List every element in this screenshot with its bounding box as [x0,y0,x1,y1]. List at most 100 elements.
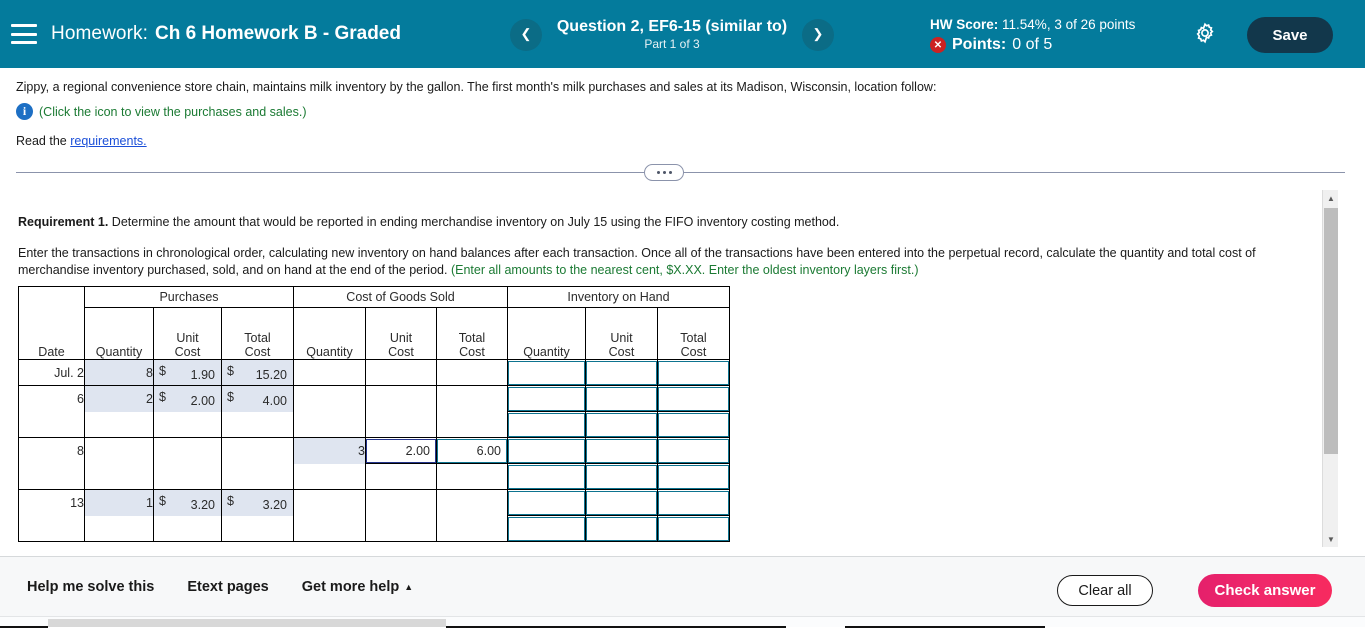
work-area-vertical-scrollbar[interactable]: ▲ ▼ [1322,190,1338,547]
table-row [19,464,730,490]
dollar-sign: $ [159,364,166,378]
cogs-unit-cost-input[interactable]: 2.00 [366,439,436,463]
col-header-purchases-quantity: Quantity [85,308,154,360]
onhand-total-cost-input[interactable] [658,465,729,489]
table-sub-header-row: Date Quantity Unit Cost Total Cost Quant… [19,308,730,360]
onhand-unit-cost-input[interactable] [586,413,657,437]
onhand-total-cost-input[interactable] [658,517,729,541]
row-date: 8 [19,438,85,464]
page-horizontal-scrollbar[interactable] [0,616,1365,627]
onhand-quantity-input[interactable] [508,465,585,489]
group-header-purchases: Purchases [85,287,294,308]
onhand-unit-cost-input[interactable] [586,361,657,385]
unit-line-2: Cost [154,345,221,359]
check-answer-button[interactable]: Check answer [1198,574,1332,607]
onhand-quantity-input[interactable] [508,439,585,463]
etext-pages-link[interactable]: Etext pages [187,579,268,595]
hw-score-value: 11.54%, 3 of 26 points [1002,17,1135,32]
requirement-heading: Requirement 1. Determine the amount that… [18,214,1345,231]
onhand-total-cost-input[interactable] [658,491,729,515]
onhand-unit-cost-input[interactable] [586,465,657,489]
onhand-unit-cost-input[interactable] [586,491,657,515]
cogs-total-cost [437,360,508,386]
get-more-help-link[interactable]: Get more help ▲ [302,579,413,595]
purchases-quantity [85,464,154,490]
row-date: Jul. 2 [19,360,85,386]
purchases-total-cost [222,464,294,490]
scrollbar-thumb[interactable] [1324,208,1338,454]
onhand-unit-cost-input[interactable] [586,439,657,463]
onhand-total-cost-cell [658,386,730,412]
cogs-unit-cost [366,516,437,542]
purchases-quantity [85,412,154,438]
cogs-unit-cost [366,412,437,438]
onhand-quantity-cell [508,464,586,490]
dollar-sign: $ [227,390,234,404]
total-line-2: Cost [222,345,293,359]
statement-paragraph: Zippy, a regional convenience store chai… [16,79,1365,96]
group-blank-cell [19,287,85,308]
onhand-unit-cost-cell [586,360,658,386]
onhand-total-cost-input[interactable] [658,387,729,411]
onhand-total-cost-input[interactable] [658,361,729,385]
onhand-total-cost-cell [658,438,730,464]
onhand-total-cost-input[interactable] [658,439,729,463]
cogs-total-cost [437,516,508,542]
total-line-1: Total [658,331,729,345]
clear-all-button[interactable]: Clear all [1057,575,1153,606]
footer-toolbar: Help me solve this Etext pages Get more … [0,556,1365,617]
read-prefix: Read the [16,134,67,148]
onhand-total-cost-cell [658,412,730,438]
triangle-up-icon[interactable]: ▲ [1323,190,1339,206]
row-date [19,412,85,438]
purchases-unit-cost: $ 3.20 [154,490,222,516]
cogs-total-cost [437,490,508,516]
purchases-total-cost: $ 3.20 [222,490,294,516]
total-line-1: Total [437,331,507,345]
gear-icon[interactable] [1193,21,1217,50]
table-row [19,412,730,438]
read-requirements-row: Read the requirements. [16,134,1365,148]
horizontal-scrollbar-thumb[interactable] [48,619,446,627]
onhand-total-cost-input[interactable] [658,413,729,437]
onhand-quantity-input[interactable] [508,517,585,541]
total-line-1: Total [222,331,293,345]
chevron-right-icon[interactable]: ❯ [802,19,834,51]
error-x-icon: ✕ [930,37,946,53]
cogs-quantity [294,360,366,386]
onhand-quantity-input[interactable] [508,387,585,411]
chevron-left-icon[interactable]: ❮ [510,19,542,51]
onhand-quantity-input[interactable] [508,491,585,515]
get-more-help-label: Get more help [302,579,400,595]
app-header: Homework: Ch 6 Homework B - Graded ❮ Que… [0,0,1365,68]
onhand-unit-cost-input[interactable] [586,517,657,541]
hamburger-icon[interactable] [11,24,37,44]
purchases-quantity: 1 [85,490,154,516]
dollar-sign: $ [227,364,234,378]
requirements-link[interactable]: requirements. [70,134,146,148]
onhand-total-cost-cell [658,464,730,490]
onhand-unit-cost-input[interactable] [586,387,657,411]
unit-line-1: Unit [586,331,657,345]
info-text: (Click the icon to view the purchases an… [39,105,307,119]
onhand-unit-cost-cell [586,386,658,412]
ellipsis-icon[interactable] [644,164,684,181]
cogs-total-cost-input[interactable]: 6.00 [437,439,507,463]
table-row: 13 1 $ 3.20 $ 3.20 [19,490,730,516]
purchases-quantity: 8 [85,360,154,386]
onhand-quantity-cell [508,360,586,386]
help-me-solve-this-link[interactable]: Help me solve this [27,579,154,595]
cogs-unit-cost [366,490,437,516]
homework-label: Homework: [51,23,148,45]
cogs-quantity [294,412,366,438]
info-circle-icon[interactable]: i [16,103,33,120]
onhand-quantity-input[interactable] [508,361,585,385]
triangle-down-icon[interactable]: ▼ [1323,531,1339,547]
cogs-quantity [294,516,366,542]
save-button[interactable]: Save [1247,17,1333,53]
cogs-quantity [294,490,366,516]
onhand-quantity-cell [508,386,586,412]
onhand-total-cost-cell [658,516,730,542]
onhand-quantity-input[interactable] [508,413,585,437]
purchases-total-cost [222,438,294,464]
